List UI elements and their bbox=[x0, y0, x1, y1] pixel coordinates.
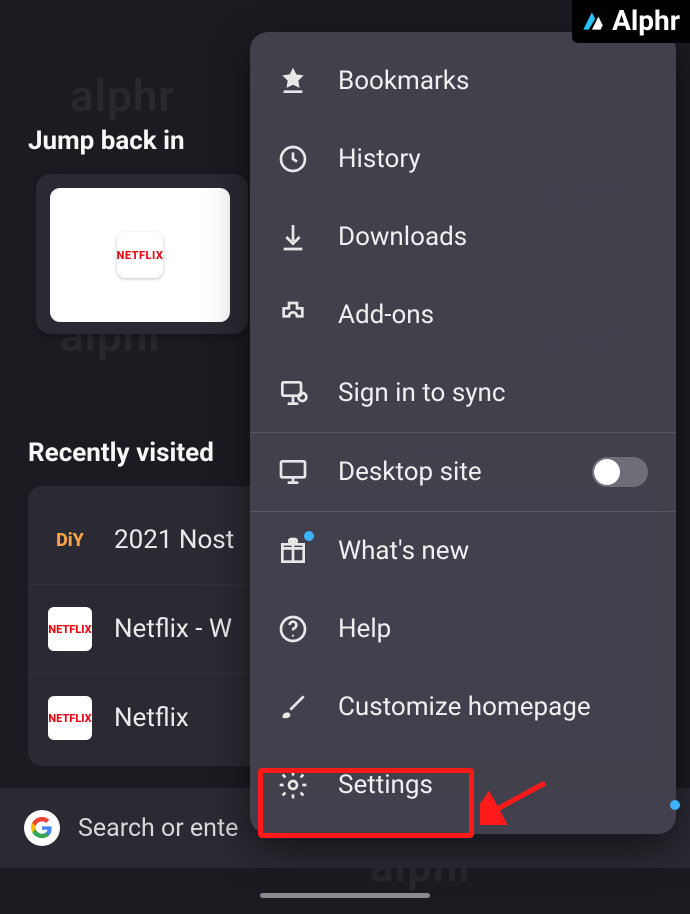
menu-item-label: History bbox=[338, 144, 421, 174]
menu-help[interactable]: Help bbox=[250, 590, 676, 668]
site-favicon-netflix: NETFLIX bbox=[48, 696, 92, 740]
toggle-knob bbox=[594, 459, 620, 485]
menu-addons[interactable]: Add-ons bbox=[250, 276, 676, 354]
jump-back-thumbnail: NETFLIX bbox=[50, 188, 230, 322]
edge-indicator-dot bbox=[670, 800, 680, 810]
addons-icon bbox=[276, 298, 310, 332]
menu-desktop-site[interactable]: Desktop site bbox=[250, 432, 676, 511]
browser-overflow-menu: Bookmarks History Downloads Add-ons Sign… bbox=[250, 32, 676, 834]
brand-logo-icon bbox=[580, 8, 606, 34]
recent-item-title: Netflix - W bbox=[114, 614, 232, 644]
brand-name: Alphr bbox=[612, 4, 680, 37]
help-icon bbox=[276, 612, 310, 646]
menu-settings[interactable]: Settings bbox=[250, 746, 676, 824]
site-favicon-diy: DiY bbox=[48, 518, 92, 562]
menu-item-label: Customize homepage bbox=[338, 692, 591, 722]
menu-bookmarks[interactable]: Bookmarks bbox=[250, 42, 676, 120]
menu-item-label: What's new bbox=[338, 536, 469, 566]
download-icon bbox=[276, 220, 310, 254]
menu-item-label: Add-ons bbox=[338, 300, 434, 330]
menu-history[interactable]: History bbox=[250, 120, 676, 198]
settings-gear-icon bbox=[276, 768, 310, 802]
recent-item-title: 2021 Nost bbox=[114, 525, 234, 555]
menu-item-label: Sign in to sync bbox=[338, 378, 506, 408]
brush-icon bbox=[276, 690, 310, 724]
netflix-chip: NETFLIX bbox=[117, 232, 163, 278]
brand-badge: Alphr bbox=[572, 0, 690, 43]
site-favicon-netflix: NETFLIX bbox=[48, 607, 92, 651]
google-icon bbox=[24, 810, 60, 846]
notification-dot bbox=[304, 531, 314, 541]
recent-item-title: Netflix bbox=[114, 703, 189, 733]
menu-whats-new[interactable]: What's new bbox=[250, 511, 676, 590]
search-placeholder-text: Search or ente bbox=[78, 814, 238, 843]
menu-downloads[interactable]: Downloads bbox=[250, 198, 676, 276]
menu-customize-homepage[interactable]: Customize homepage bbox=[250, 668, 676, 746]
home-indicator bbox=[260, 893, 430, 898]
desktop-site-toggle[interactable] bbox=[592, 457, 648, 487]
menu-sign-in-sync[interactable]: Sign in to sync bbox=[250, 354, 676, 432]
menu-item-label: Desktop site bbox=[338, 457, 482, 487]
history-icon bbox=[276, 142, 310, 176]
jump-back-card[interactable]: NETFLIX bbox=[36, 174, 248, 334]
menu-item-label: Bookmarks bbox=[338, 66, 469, 96]
menu-item-label: Help bbox=[338, 614, 391, 644]
gift-icon bbox=[276, 534, 310, 568]
menu-item-label: Settings bbox=[338, 770, 433, 800]
bookmark-icon bbox=[276, 64, 310, 98]
desktop-icon bbox=[276, 455, 310, 489]
menu-item-label: Downloads bbox=[338, 222, 467, 252]
sync-icon bbox=[276, 376, 310, 410]
